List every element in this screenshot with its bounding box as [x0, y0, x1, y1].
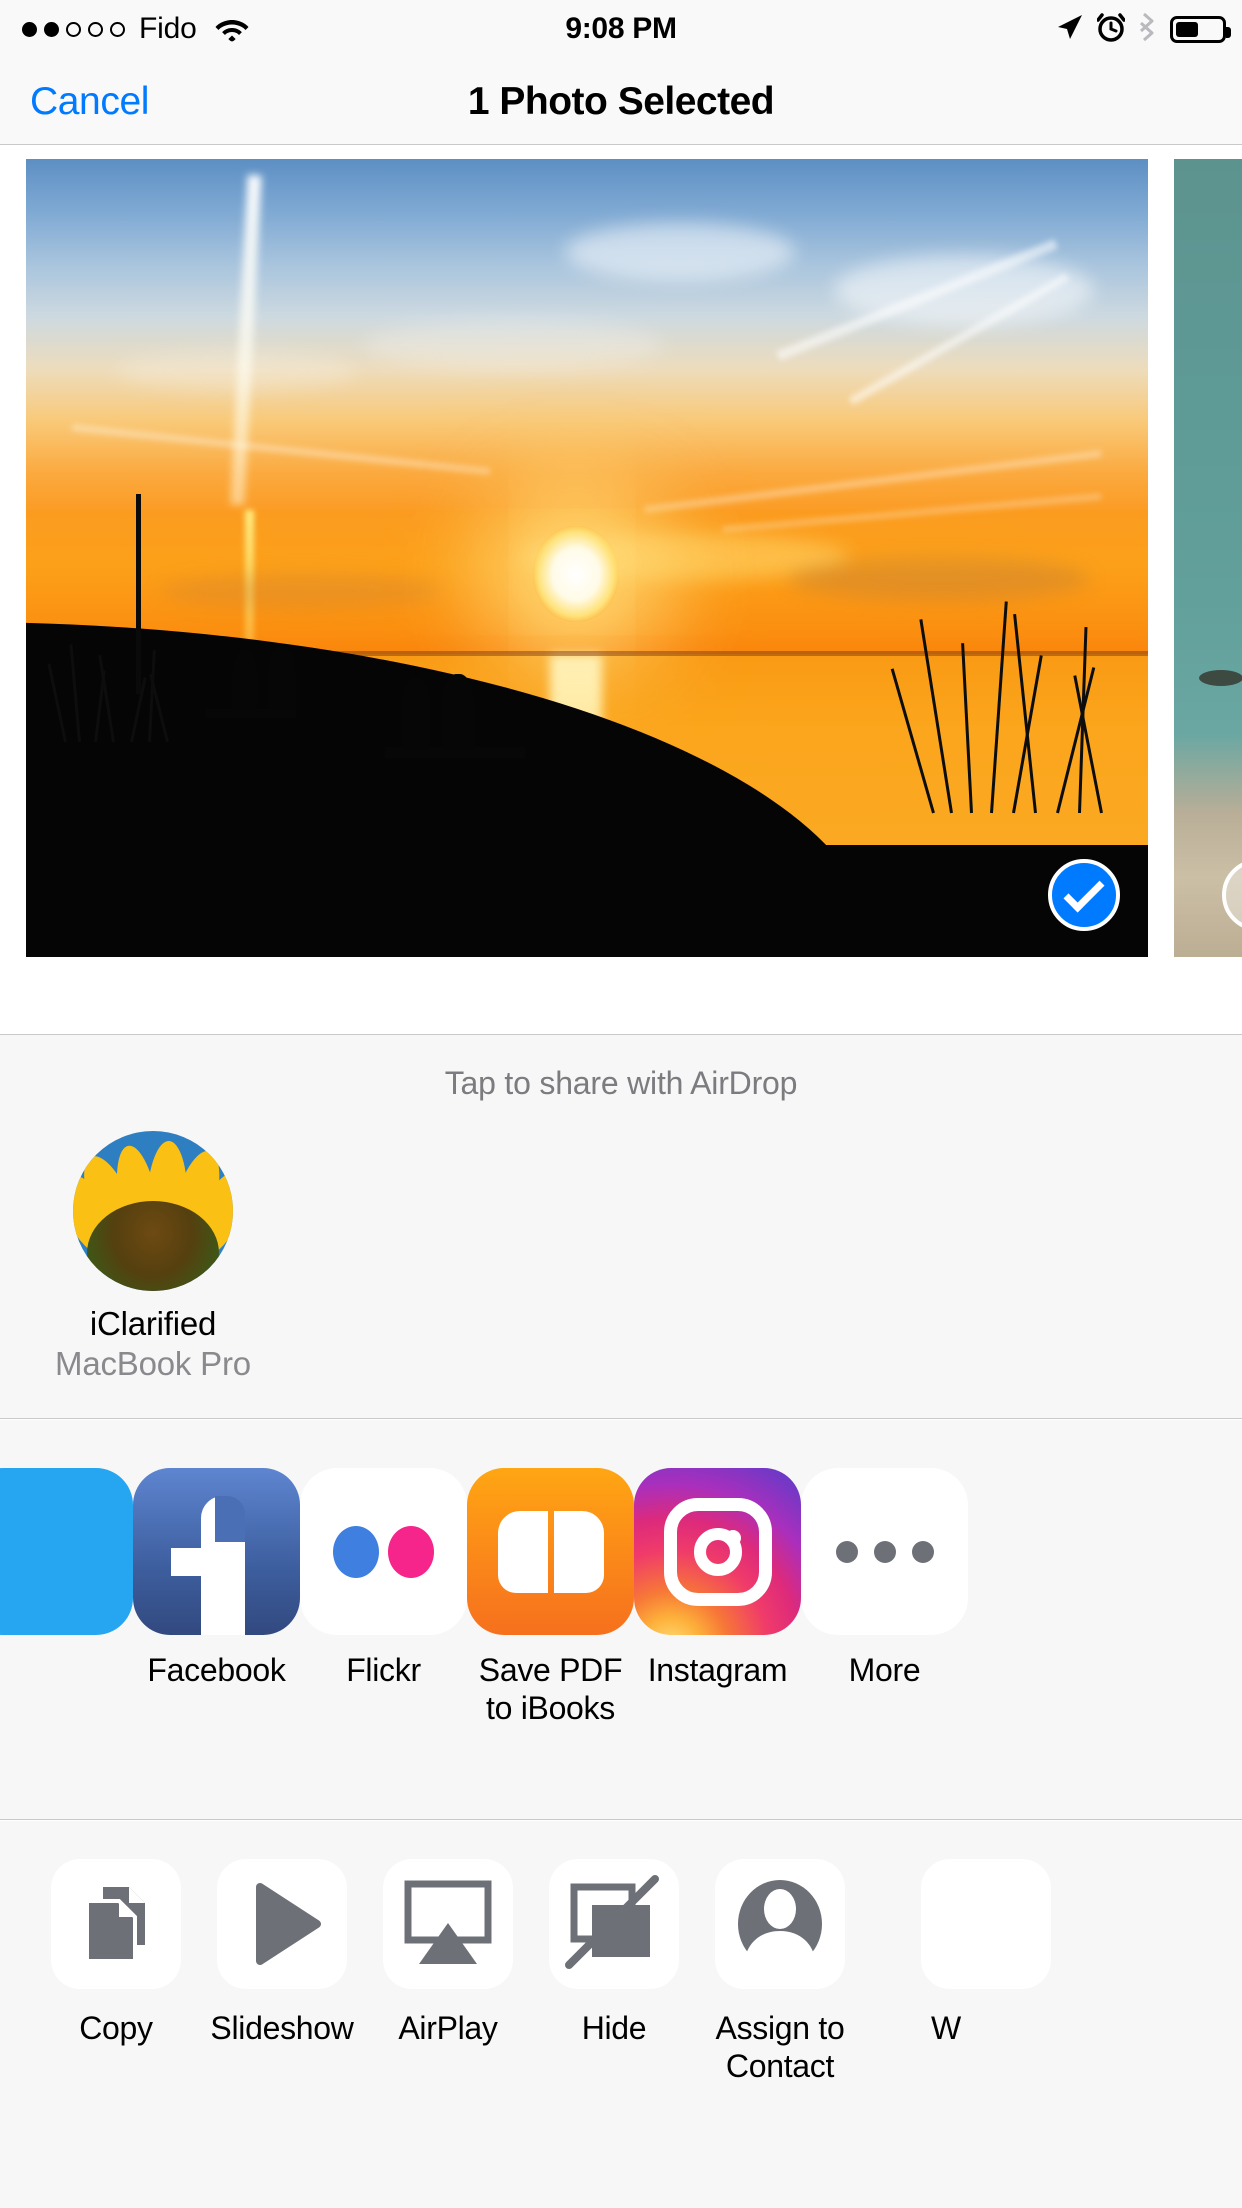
share-target-ibooks[interactable]: Save PDF to iBooks — [467, 1468, 634, 1727]
action-copy[interactable]: Copy — [33, 1859, 199, 2085]
bluetooth-icon — [1138, 12, 1157, 47]
share-app-row[interactable]: Facebook Flickr Save PDF to iBooks Insta… — [0, 1420, 1242, 1820]
instagram-icon — [634, 1468, 801, 1635]
more-ellipsis-icon — [801, 1468, 968, 1635]
action-label: Slideshow — [210, 2010, 354, 2046]
share-target-instagram[interactable]: Instagram — [634, 1468, 801, 1727]
wallpaper-icon — [921, 1859, 1051, 1989]
play-triangle-icon — [217, 1859, 347, 1989]
photo-strip-scroller[interactable] — [0, 159, 1242, 957]
photo-thumbnail-next-image — [1174, 159, 1242, 957]
location-arrow-icon — [1054, 12, 1084, 47]
foreground-brush-right — [890, 583, 1126, 814]
photo-thumbnail-selected-image — [26, 159, 1148, 957]
photo-thumbnail-next[interactable] — [1174, 159, 1242, 957]
photo-strip[interactable] — [0, 146, 1242, 1034]
share-target-label: More — [848, 1652, 921, 1688]
share-target-facebook[interactable]: Facebook — [133, 1468, 300, 1727]
share-target-label: Flickr — [346, 1652, 421, 1688]
airdrop-contact-device: MacBook Pro — [55, 1345, 251, 1382]
action-label: Hide — [581, 2010, 647, 2046]
photo-thumbnail-selected[interactable] — [26, 159, 1148, 957]
action-assign-to-contact[interactable]: Assign to Contact — [697, 1859, 863, 2085]
action-wallpaper[interactable]: W — [863, 1859, 1051, 2085]
airdrop-contact-name: iClarified — [89, 1305, 217, 1342]
status-bar-right — [1054, 0, 1231, 58]
status-bar: Fido 9:08 PM — [0, 0, 1242, 58]
page-title: 1 Photo Selected — [467, 79, 775, 123]
twitter-icon — [0, 1468, 133, 1635]
share-target-twitter[interactable] — [0, 1468, 133, 1727]
share-target-label: Save PDF to iBooks — [478, 1652, 623, 1726]
copy-documents-icon — [51, 1859, 181, 1989]
checkmark-glyph — [1063, 870, 1105, 913]
facebook-icon — [133, 1468, 300, 1635]
action-label: AirPlay — [398, 2010, 498, 2046]
action-airplay[interactable]: AirPlay — [365, 1859, 531, 2085]
airdrop-section: Tap to share with AirDrop iClarified Mac… — [0, 1034, 1242, 1419]
action-hide[interactable]: Hide — [531, 1859, 697, 2085]
share-target-more[interactable]: More — [801, 1468, 968, 1727]
action-label: Assign to Contact — [715, 2010, 845, 2084]
person-circle-icon — [715, 1859, 845, 1989]
navigation-bar: Cancel 1 Photo Selected — [0, 58, 1242, 145]
share-target-label: Facebook — [147, 1652, 286, 1688]
hide-slashed-icon — [549, 1859, 679, 1989]
airdrop-contact[interactable]: iClarified MacBook Pro — [38, 1131, 268, 1383]
action-row[interactable]: Copy Slideshow AirPlay Hide Assign to Co… — [0, 1821, 1242, 2208]
airdrop-hint: Tap to share with AirDrop — [444, 1065, 798, 1101]
action-label: Copy — [79, 2010, 153, 2046]
checkmark-circle-icon[interactable] — [1048, 859, 1120, 931]
share-target-flickr[interactable]: Flickr — [300, 1468, 467, 1727]
share-target-label: Instagram — [647, 1652, 788, 1688]
battery-icon — [1170, 15, 1231, 43]
action-slideshow[interactable]: Slideshow — [199, 1859, 365, 2085]
alarm-clock-icon — [1096, 12, 1126, 47]
action-label: W — [931, 2010, 961, 2046]
share-app-scroller[interactable]: Facebook Flickr Save PDF to iBooks Insta… — [0, 1468, 968, 1727]
ibooks-icon — [467, 1468, 634, 1635]
action-row-scroller[interactable]: Copy Slideshow AirPlay Hide Assign to Co… — [33, 1859, 1051, 2085]
flickr-icon — [300, 1468, 467, 1635]
airplay-icon — [383, 1859, 513, 1989]
foreground-grass-left — [47, 632, 190, 742]
sunflower-avatar — [73, 1131, 233, 1291]
